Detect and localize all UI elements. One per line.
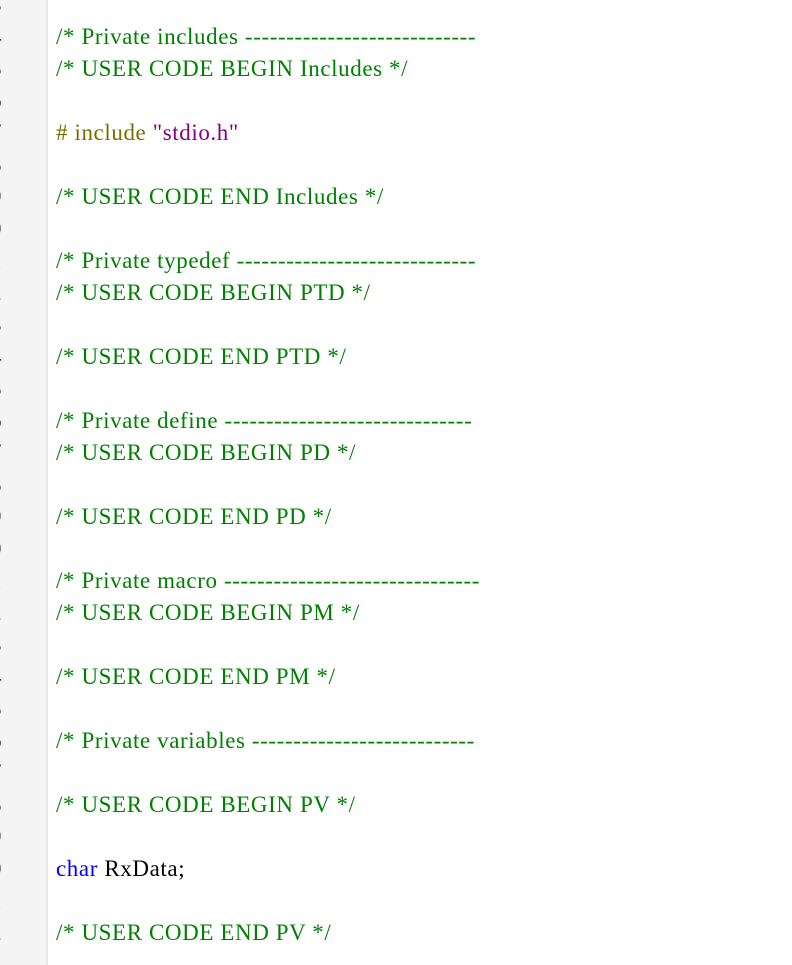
code-token-comment: /* USER CODE BEGIN Includes */ (56, 56, 409, 81)
line-number: 0 (0, 533, 36, 565)
line-number: 4 (0, 661, 36, 693)
line-number: 8 (0, 149, 36, 181)
line-number: 3 (0, 309, 36, 341)
code-token-comment: /* USER CODE END PM */ (56, 664, 336, 689)
line-number: 2 (0, 597, 36, 629)
line-number: 1 (0, 565, 36, 597)
line-number: 7 (0, 437, 36, 469)
line-number: 0 (0, 213, 36, 245)
code-text: /* USER CODE BEGIN PV */ (56, 789, 356, 821)
line-number: 8 (0, 789, 36, 821)
code-token-comment: /* USER CODE BEGIN PM */ (56, 600, 360, 625)
line-number: 5 (0, 53, 36, 85)
code-token-comment: /* USER CODE END PTD */ (56, 344, 347, 369)
line-number: 5 (0, 693, 36, 725)
code-text: /* USER CODE BEGIN PTD */ (56, 277, 371, 309)
line-number: 0 (0, 853, 36, 885)
code-editor[interactable]: 34/* Private includes ------------------… (0, 0, 792, 965)
code-text: /* USER CODE END PV */ (56, 917, 331, 949)
code-token-comment: /* USER CODE BEGIN PTD */ (56, 280, 371, 305)
line-number: 6 (0, 725, 36, 757)
line-number: 7 (0, 757, 36, 789)
line-number: 2 (0, 277, 36, 309)
code-token-plain: RxData; (97, 856, 186, 881)
code-token-comment: /* USER CODE END PV */ (56, 920, 332, 945)
line-number: 3 (0, 0, 36, 21)
line-number: 6 (0, 405, 36, 437)
line-number: 4 (0, 21, 36, 53)
line-number: 9 (0, 501, 36, 533)
code-token-keyword: char (56, 856, 98, 881)
line-number: 1 (0, 885, 36, 917)
code-text: /* Private macro -----------------------… (56, 565, 480, 597)
code-text: /* USER CODE END PM */ (56, 661, 336, 693)
gutter-divider (46, 0, 48, 965)
code-text: /* USER CODE END Includes */ (56, 181, 384, 213)
code-text: char RxData; (56, 853, 185, 885)
line-number: 9 (0, 181, 36, 213)
line-number: 3 (0, 629, 36, 661)
line-number: 6 (0, 85, 36, 117)
code-token-comment: /* USER CODE END Includes */ (56, 184, 384, 209)
code-token-comment: /* USER CODE BEGIN PD */ (56, 440, 357, 465)
line-number: 9 (0, 821, 36, 853)
code-token-comment: /* Private includes --------------------… (56, 24, 477, 49)
line-number: 5 (0, 373, 36, 405)
code-token-comment: /* Private typedef ---------------------… (56, 248, 477, 273)
code-text: /* USER CODE BEGIN PM */ (56, 597, 360, 629)
code-text: /* Private variables -------------------… (56, 725, 475, 757)
line-number: 4 (0, 341, 36, 373)
code-text: /* USER CODE END PTD */ (56, 341, 346, 373)
code-text: /* Private typedef ---------------------… (56, 245, 476, 277)
code-text: /* USER CODE BEGIN Includes */ (56, 53, 408, 85)
code-text: /* USER CODE BEGIN PD */ (56, 437, 356, 469)
code-token-string: "stdio.h" (152, 120, 239, 145)
code-text: /* Private define ----------------------… (56, 405, 472, 437)
code-token-comment: /* Private variables -------------------… (56, 728, 475, 753)
code-token-comment: /* Private macro -----------------------… (56, 568, 480, 593)
line-number: 1 (0, 245, 36, 277)
line-number: 7 (0, 117, 36, 149)
code-token-comment: /* USER CODE END PD */ (56, 504, 332, 529)
line-number: 8 (0, 469, 36, 501)
code-token-preproc: # include (56, 120, 153, 145)
code-token-comment: /* Private define ----------------------… (56, 408, 473, 433)
line-number: 2 (0, 917, 36, 949)
code-token-comment: /* USER CODE BEGIN PV */ (56, 792, 356, 817)
code-text: /* USER CODE END PD */ (56, 501, 332, 533)
line-number: 3 (0, 949, 36, 965)
code-text: /* Private includes --------------------… (56, 21, 476, 53)
code-text: # include "stdio.h" (56, 117, 239, 149)
